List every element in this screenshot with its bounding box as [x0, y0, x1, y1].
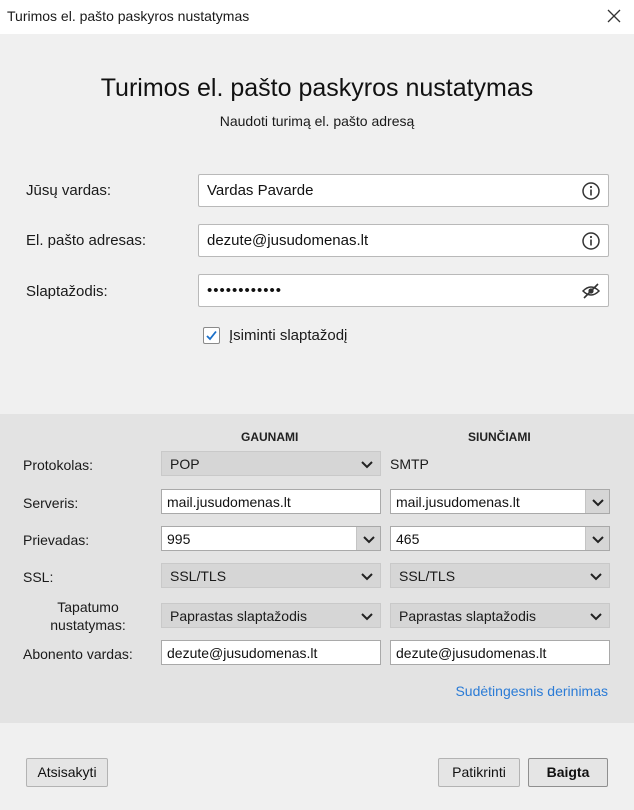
password-field[interactable]: •••••••••••• [198, 274, 609, 307]
auth-label: Tapatumo nustatymas: [23, 598, 153, 634]
email-value: dezute@jusudomenas.lt [207, 232, 369, 249]
outgoing-auth-select[interactable]: Paprastas slaptažodis [390, 603, 610, 628]
cancel-button[interactable]: Atsisakyti [26, 758, 108, 787]
incoming-protocol-value: POP [170, 456, 200, 472]
incoming-header: GAUNAMI [241, 430, 299, 444]
incoming-server-value: mail.jusudomenas.lt [167, 494, 291, 510]
name-value: Vardas Pavarde [207, 182, 314, 199]
chevron-down-icon [360, 457, 374, 471]
incoming-protocol-select[interactable]: POP [161, 451, 381, 476]
outgoing-header: SIUNČIAMI [468, 430, 531, 444]
page-subtitle: Naudoti turimą el. pašto adresą [219, 113, 415, 129]
window-title: Turimos el. pašto paskyros nustatymas [7, 8, 250, 24]
incoming-username-value: dezute@jusudomenas.lt [167, 645, 318, 661]
incoming-port-value: 995 [167, 531, 191, 547]
incoming-username-input[interactable]: dezute@jusudomenas.lt [161, 640, 381, 665]
page-title: Turimos el. pašto paskyros nustatymas [100, 74, 534, 102]
outgoing-ssl-value: SSL/TLS [399, 568, 456, 584]
server-label: Serveris: [23, 495, 79, 511]
outgoing-auth-value: Paprastas slaptažodis [399, 608, 536, 624]
test-button[interactable]: Patikrinti [438, 758, 520, 787]
email-label: El. pašto adresas: [26, 232, 147, 249]
title-bar: Turimos el. pašto paskyros nustatymas [0, 0, 634, 34]
username-label: Abonento vardas: [23, 646, 133, 662]
outgoing-ssl-select[interactable]: SSL/TLS [390, 563, 610, 588]
outgoing-username-input[interactable]: dezute@jusudomenas.lt [390, 640, 610, 665]
outgoing-port-value: 465 [396, 531, 420, 547]
password-label: Slaptažodis: [26, 283, 108, 300]
chevron-down-icon [360, 609, 374, 623]
outgoing-port-combo[interactable]: 465 [390, 526, 610, 551]
auth-label-line1: Tapatumo [57, 599, 119, 615]
outgoing-server-combo[interactable]: mail.jusudomenas.lt [390, 489, 610, 514]
password-value: •••••••••••• [207, 282, 283, 299]
outgoing-username-value: dezute@jusudomenas.lt [396, 645, 547, 661]
chevron-down-icon [363, 536, 375, 544]
outgoing-server-value: mail.jusudomenas.lt [396, 494, 520, 510]
incoming-ssl-select[interactable]: SSL/TLS [161, 563, 381, 588]
chevron-down-icon [589, 609, 603, 623]
chevron-down-icon [589, 569, 603, 583]
name-field[interactable]: Vardas Pavarde [198, 174, 609, 207]
incoming-port-dropdown[interactable] [356, 527, 380, 550]
chevron-down-icon [592, 499, 604, 507]
eye-off-icon[interactable] [581, 281, 601, 301]
incoming-ssl-value: SSL/TLS [170, 568, 227, 584]
chevron-down-icon [592, 536, 604, 544]
email-field[interactable]: dezute@jusudomenas.lt [198, 224, 609, 257]
done-button[interactable]: Baigta [528, 758, 608, 787]
incoming-auth-value: Paprastas slaptažodis [170, 608, 307, 624]
outgoing-protocol-value: SMTP [390, 456, 429, 472]
info-icon[interactable] [581, 181, 601, 201]
protocol-label: Protokolas: [23, 457, 94, 473]
outgoing-server-dropdown[interactable] [585, 490, 609, 513]
incoming-port-combo[interactable]: 995 [161, 526, 381, 551]
incoming-auth-select[interactable]: Paprastas slaptažodis [161, 603, 381, 628]
name-label: Jūsų vardas: [26, 182, 112, 199]
remember-label: Įsiminti slaptažodį [229, 327, 348, 344]
advanced-config-link[interactable]: Sudėtingesnis derinimas [455, 683, 608, 699]
remember-checkbox[interactable] [203, 327, 220, 344]
ssl-label: SSL: [23, 569, 54, 585]
outgoing-port-dropdown[interactable] [585, 527, 609, 550]
chevron-down-icon [360, 569, 374, 583]
auth-label-line2: nustatymas: [50, 617, 126, 633]
port-label: Prievadas: [23, 532, 90, 548]
info-icon[interactable] [581, 231, 601, 251]
incoming-server-input[interactable]: mail.jusudomenas.lt [161, 489, 381, 514]
close-icon[interactable] [604, 6, 624, 26]
